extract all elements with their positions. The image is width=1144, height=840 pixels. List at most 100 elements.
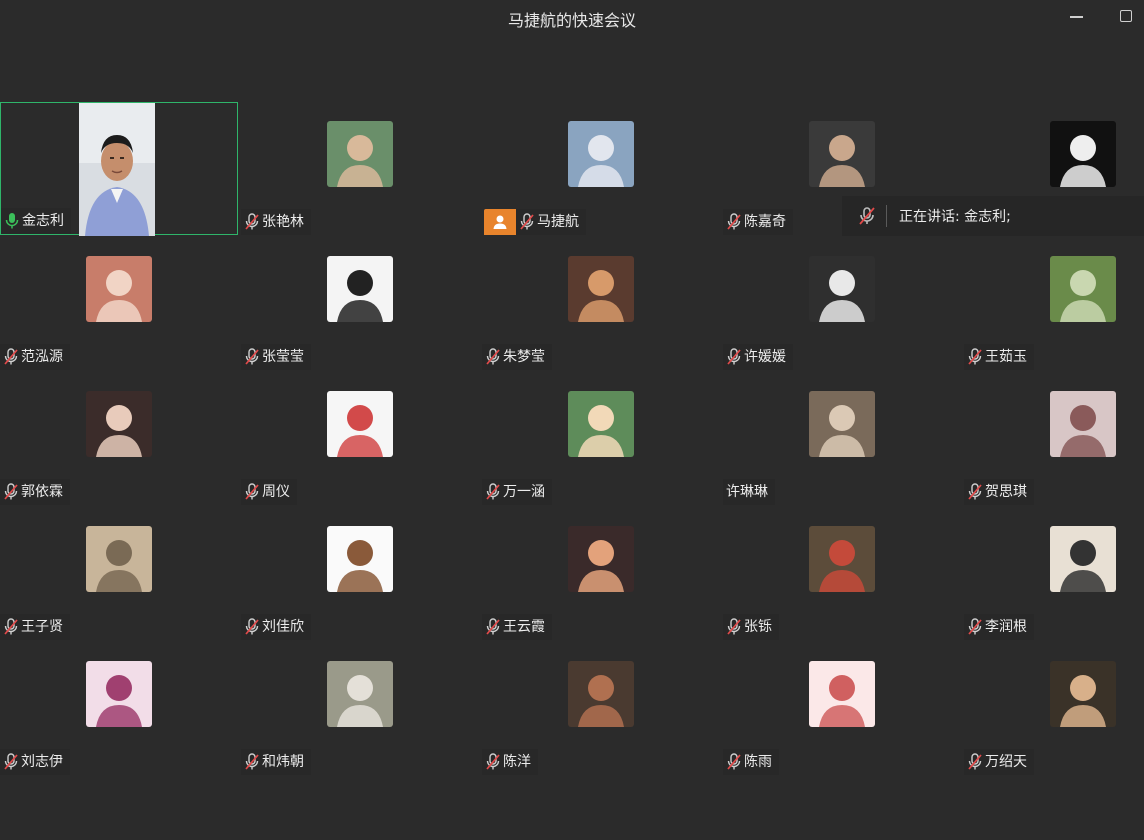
divider — [886, 205, 887, 227]
participant-tile[interactable]: 万绍天 — [964, 642, 1144, 775]
participant-name: 郭依霖 — [21, 484, 63, 500]
mic-muted-icon — [244, 753, 260, 771]
participant-tile[interactable]: 金志利 — [0, 102, 238, 236]
mic-muted-icon — [3, 483, 19, 501]
participant-name: 万一涵 — [503, 484, 545, 500]
participant-tile[interactable]: 张铄 — [723, 507, 961, 640]
participant-tile[interactable]: 陈雨 — [723, 642, 961, 775]
mic-muted-icon — [967, 348, 983, 366]
participant-name-label: 陈嘉奇 — [723, 209, 793, 235]
participant-name: 李润根 — [985, 619, 1027, 635]
participant-tile[interactable]: 和炜朝 — [241, 642, 479, 775]
participant-tile[interactable]: 王子贤 — [0, 507, 238, 640]
participant-name-label: 贺思琪 — [964, 479, 1034, 505]
participant-tile[interactable]: 张艳林 — [241, 102, 479, 235]
participant-name-label: 李润根 — [964, 614, 1034, 640]
participant-avatar — [568, 391, 634, 457]
participant-name-label: 马捷航 — [516, 209, 586, 235]
mic-muted-icon — [726, 213, 742, 231]
participant-avatar — [568, 526, 634, 592]
participant-name-label: 张铄 — [723, 614, 779, 640]
participant-tile[interactable]: 张莹莹 — [241, 237, 479, 370]
participant-avatar — [86, 391, 152, 457]
participant-name: 许琳琳 — [726, 484, 768, 500]
participant-tile[interactable]: 王云霞 — [482, 507, 720, 640]
participant-tile[interactable]: 刘佳欣 — [241, 507, 479, 640]
participant-name: 王茹玉 — [985, 349, 1027, 365]
speaking-text: 正在讲话: 金志利; — [899, 209, 1011, 225]
participant-avatar — [327, 256, 393, 322]
participant-name-label: 范泓源 — [0, 344, 70, 370]
participant-tile[interactable]: 周仪 — [241, 372, 479, 505]
participant-name: 范泓源 — [21, 349, 63, 365]
participant-tile[interactable]: 陈洋 — [482, 642, 720, 775]
participant-tile[interactable]: 朱梦莹 — [482, 237, 720, 370]
participant-avatar — [1050, 121, 1116, 187]
mic-muted-icon — [726, 618, 742, 636]
participant-avatar — [327, 391, 393, 457]
participant-name-label: 张艳林 — [241, 209, 311, 235]
participant-tile[interactable]: 郭依霖 — [0, 372, 238, 505]
mic-muted-icon — [244, 618, 260, 636]
meeting-title: 马捷航的快速会议 — [507, 11, 636, 30]
mic-muted-icon — [244, 213, 260, 231]
participant-name: 陈洋 — [503, 754, 531, 770]
participant-avatar — [327, 526, 393, 592]
host-icon — [484, 209, 516, 235]
mic-on-icon — [4, 212, 20, 230]
participant-video — [79, 103, 155, 236]
participant-tile[interactable]: 许媛媛 — [723, 237, 961, 370]
participant-name-label: 周仪 — [241, 479, 297, 505]
participant-name-label: 王子贤 — [0, 614, 70, 640]
participant-name-label: 和炜朝 — [241, 749, 311, 775]
participant-name: 张铄 — [744, 619, 772, 635]
mic-muted-icon — [3, 753, 19, 771]
participant-name: 马捷航 — [537, 214, 579, 230]
participant-avatar — [327, 661, 393, 727]
participant-name: 金志利 — [22, 213, 64, 229]
participant-name-label: 万一涵 — [482, 479, 552, 505]
mic-muted-icon — [485, 483, 501, 501]
mic-muted-icon — [967, 483, 983, 501]
maximize-icon[interactable] — [1110, 4, 1140, 30]
participant-name-label: 陈雨 — [723, 749, 779, 775]
mic-muted-icon — [967, 753, 983, 771]
minimize-icon[interactable] — [1062, 4, 1092, 30]
participant-avatar — [568, 256, 634, 322]
participant-name: 张莹莹 — [262, 349, 304, 365]
participant-avatar — [568, 661, 634, 727]
participant-name-label: 金志利 — [1, 208, 71, 234]
participant-name: 王子贤 — [21, 619, 63, 635]
participant-name-label: 张莹莹 — [241, 344, 311, 370]
participant-tile[interactable]: 刘志伊 — [0, 642, 238, 775]
participant-tile[interactable]: 贺思琪 — [964, 372, 1144, 505]
participant-name: 万绍天 — [985, 754, 1027, 770]
participant-avatar — [809, 661, 875, 727]
participant-tile[interactable]: 马捷航 — [482, 102, 720, 235]
participant-name-label: 朱梦莹 — [482, 344, 552, 370]
participant-tile[interactable]: 许琳琳 — [723, 372, 961, 505]
participant-avatar — [1050, 661, 1116, 727]
participant-name: 王云霞 — [503, 619, 545, 635]
mic-muted-icon — [3, 618, 19, 636]
participant-name-label: 刘志伊 — [0, 749, 70, 775]
participant-tile[interactable]: 王茹玉 — [964, 237, 1144, 370]
participant-name-label: 王茹玉 — [964, 344, 1034, 370]
participant-tile[interactable]: 范泓源 — [0, 237, 238, 370]
participant-avatar — [809, 121, 875, 187]
mic-muted-icon — [967, 618, 983, 636]
participant-name: 和炜朝 — [262, 754, 304, 770]
participant-avatar — [86, 256, 152, 322]
participant-avatar — [86, 526, 152, 592]
title-bar: 马捷航的快速会议 — [0, 0, 1144, 36]
mic-muted-icon — [485, 618, 501, 636]
participant-name-label: 王云霞 — [482, 614, 552, 640]
participant-name: 陈雨 — [744, 754, 772, 770]
participant-tile[interactable]: 李润根 — [964, 507, 1144, 640]
participant-name-label: 刘佳欣 — [241, 614, 311, 640]
participant-tile[interactable]: 万一涵 — [482, 372, 720, 505]
participant-name: 周仪 — [262, 484, 290, 500]
participant-name: 刘佳欣 — [262, 619, 304, 635]
participant-name: 张艳林 — [262, 214, 304, 230]
participant-avatar — [568, 121, 634, 187]
